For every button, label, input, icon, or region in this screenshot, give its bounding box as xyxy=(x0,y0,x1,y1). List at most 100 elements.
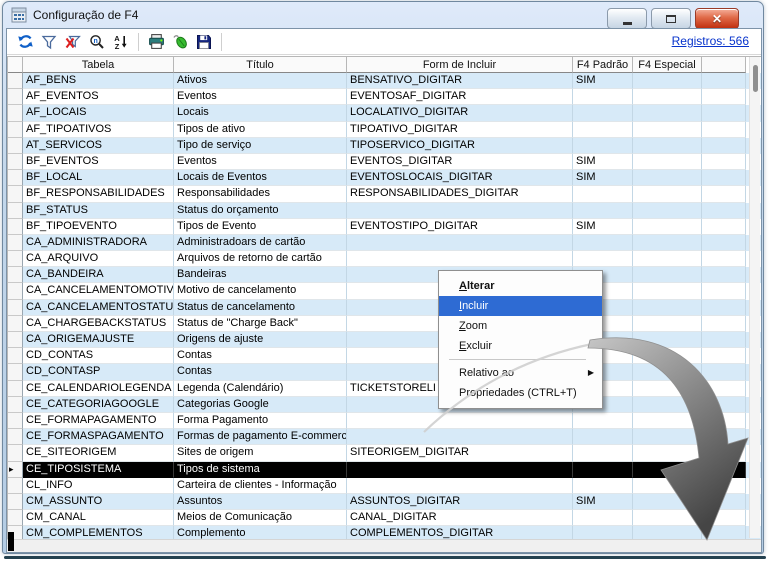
minimize-button[interactable] xyxy=(607,8,647,29)
close-button[interactable]: ✕ xyxy=(695,8,739,29)
search-button[interactable]: n xyxy=(85,31,109,53)
table-row[interactable]: CL_INFOCarteira de clientes - Informação xyxy=(8,478,761,494)
mouse-button[interactable] xyxy=(168,31,192,53)
table-row[interactable]: BF_EVENTOSEventosEVENTOS_DIGITARSIM xyxy=(8,154,761,170)
row-selector xyxy=(8,73,23,89)
cell-tabela: CE_CATEGORIAGOOGLE xyxy=(23,397,174,413)
column-header-f4-padr-o[interactable]: F4 Padrão xyxy=(573,57,633,73)
table-row[interactable]: CE_CATEGORIAGOOGLECategorias Google xyxy=(8,397,761,413)
table-row[interactable]: BF_STATUSStatus do orçamento xyxy=(8,203,761,219)
cell-tabela: BF_STATUS xyxy=(23,203,174,219)
row-selector xyxy=(8,203,23,219)
table-row[interactable]: AF_BENSAtivosBENSATIVO_DIGITARSIM xyxy=(8,73,761,89)
table-row[interactable]: CA_CANCELAMENTOMOTIVOMotivo de cancelame… xyxy=(8,283,761,299)
table-row[interactable]: CA_ARQUIVOArquivos de retorno de cartão xyxy=(8,251,761,267)
menu-item-zoom[interactable]: Zoom xyxy=(439,316,602,336)
row-selector xyxy=(8,348,23,364)
cell-t-tulo: Contas xyxy=(174,348,347,364)
row-selector xyxy=(8,154,23,170)
table-row[interactable]: AF_TIPOATIVOSTipos de ativoTIPOATIVO_DIG… xyxy=(8,122,761,138)
clear-filter-button[interactable] xyxy=(61,31,85,53)
column-header-t-tulo[interactable]: Título xyxy=(174,57,347,73)
cell-form-de-incluir: RESPONSABILIDADES_DIGITAR xyxy=(347,186,573,202)
toolbar-separator xyxy=(221,33,222,51)
table-row[interactable]: CM_COMPLEMENTOSComplementoCOMPLEMENTOS_D… xyxy=(8,526,761,539)
cell-f4-padr-o xyxy=(573,138,633,154)
vertical-scrollbar[interactable] xyxy=(749,57,760,538)
grid-body: AF_BENSAtivosBENSATIVO_DIGITARSIMAF_EVEN… xyxy=(8,73,761,539)
titlebar[interactable]: Configuração de F4 ✕ xyxy=(3,2,763,29)
svg-text:n: n xyxy=(93,38,97,45)
table-row[interactable]: ▸CE_TIPOSISTEMATipos de sistema xyxy=(8,462,761,478)
cell-spacer xyxy=(702,526,746,539)
cell-t-tulo: Status do orçamento xyxy=(174,203,347,219)
menu-item-incluir[interactable]: Incluir xyxy=(439,296,602,316)
cell-f4-especial xyxy=(633,251,702,267)
table-row[interactable]: CM_CANALMeios de ComunicaçãoCANAL_DIGITA… xyxy=(8,510,761,526)
column-header-tabela[interactable]: Tabela xyxy=(23,57,174,73)
cell-tabela: CA_BANDEIRA xyxy=(23,267,174,283)
cell-f4-especial xyxy=(633,186,702,202)
column-header-f4-especial[interactable]: F4 Especial xyxy=(633,57,702,73)
table-row[interactable]: AF_LOCAISLocaisLOCALATIVO_DIGITAR xyxy=(8,105,761,121)
scrollbar-thumb[interactable] xyxy=(753,65,758,92)
table-row[interactable]: CD_CONTASContas xyxy=(8,348,761,364)
cell-t-tulo: Arquivos de retorno de cartão xyxy=(174,251,347,267)
cell-f4-padr-o xyxy=(573,510,633,526)
column-header-form-de-incluir[interactable]: Form de Incluir xyxy=(347,57,573,73)
cell-t-tulo: Locais de Eventos xyxy=(174,170,347,186)
spacer-header xyxy=(702,57,746,73)
cell-spacer xyxy=(702,462,746,478)
table-row[interactable]: CA_CANCELAMENTOSTATUSStatus de cancelame… xyxy=(8,300,761,316)
row-selector xyxy=(8,138,23,154)
table-row[interactable]: BF_LOCALLocais de EventosEVENTOSLOCAIS_D… xyxy=(8,170,761,186)
cell-f4-especial xyxy=(633,316,702,332)
print-button[interactable] xyxy=(144,31,168,53)
cell-t-tulo: Administradoars de cartão xyxy=(174,235,347,251)
table-row[interactable]: CD_CONTASPContas xyxy=(8,364,761,380)
row-selector xyxy=(8,283,23,299)
cell-form-de-incluir: ASSUNTOS_DIGITAR xyxy=(347,494,573,510)
cell-f4-padr-o: SIM xyxy=(573,73,633,89)
table-row[interactable]: BF_RESPONSABILIDADESResponsabilidadesRES… xyxy=(8,186,761,202)
filter-button[interactable] xyxy=(37,31,61,53)
table-row[interactable]: CE_FORMASPAGAMENTOFormas de pagamento E-… xyxy=(8,429,761,445)
save-button[interactable] xyxy=(192,31,216,53)
maximize-button[interactable] xyxy=(651,8,691,29)
table-row[interactable]: CA_BANDEIRABandeiras xyxy=(8,267,761,283)
cell-t-tulo: Formas de pagamento E-commerce xyxy=(174,429,347,445)
cell-t-tulo: Legenda (Calendário) xyxy=(174,381,347,397)
menu-item-relativo-ao[interactable]: Relativo ao▶ xyxy=(439,363,602,383)
table-row[interactable]: CA_ORIGEMAJUSTEOrigens de ajuste xyxy=(8,332,761,348)
cell-form-de-incluir: EVENTOSAF_DIGITAR xyxy=(347,89,573,105)
menu-item-alterar[interactable]: Alterar xyxy=(439,276,602,296)
cell-tabela: CE_CALENDARIOLEGENDA xyxy=(23,381,174,397)
cell-tabela: CA_ADMINISTRADORA xyxy=(23,235,174,251)
table-row[interactable]: CE_CALENDARIOLEGENDALegenda (Calendário)… xyxy=(8,381,761,397)
table-row[interactable]: CM_ASSUNTOAssuntosASSUNTOS_DIGITARSIM xyxy=(8,494,761,510)
menu-item-excluir[interactable]: Excluir xyxy=(439,336,602,356)
records-link[interactable]: Registros: 566 xyxy=(672,34,749,48)
app-icon xyxy=(11,7,27,23)
cell-tabela: CE_SITEORIGEM xyxy=(23,445,174,461)
table-row[interactable]: AF_EVENTOSEventosEVENTOSAF_DIGITAR xyxy=(8,89,761,105)
cell-t-tulo: Eventos xyxy=(174,154,347,170)
table-row[interactable]: CE_SITEORIGEMSites de origemSITEORIGEM_D… xyxy=(8,445,761,461)
table-row[interactable]: BF_TIPOEVENTOTipos de EventoEVENTOSTIPO_… xyxy=(8,219,761,235)
cell-t-tulo: Bandeiras xyxy=(174,267,347,283)
sort-button[interactable]: A Z xyxy=(109,31,133,53)
row-selector xyxy=(8,478,23,494)
table-row[interactable]: CA_CHARGEBACKSTATUSStatus de "Charge Bac… xyxy=(8,316,761,332)
submenu-arrow-icon: ▶ xyxy=(588,363,594,383)
cell-f4-especial xyxy=(633,105,702,121)
cell-form-de-incluir xyxy=(347,251,573,267)
table-row[interactable]: AT_SERVICOSTipo de serviçoTIPOSERVICO_DI… xyxy=(8,138,761,154)
table-row[interactable]: CA_ADMINISTRADORAAdministradoars de cart… xyxy=(8,235,761,251)
row-selector xyxy=(8,186,23,202)
cell-form-de-incluir xyxy=(347,462,573,478)
table-row[interactable]: CE_FORMAPAGAMENTOForma Pagamento xyxy=(8,413,761,429)
cell-form-de-incluir: COMPLEMENTOS_DIGITAR xyxy=(347,526,573,539)
row-selector xyxy=(8,89,23,105)
menu-item-propriedades-ctrl-t[interactable]: Propriedades (CTRL+T) xyxy=(439,383,602,403)
refresh-button[interactable] xyxy=(13,31,37,53)
